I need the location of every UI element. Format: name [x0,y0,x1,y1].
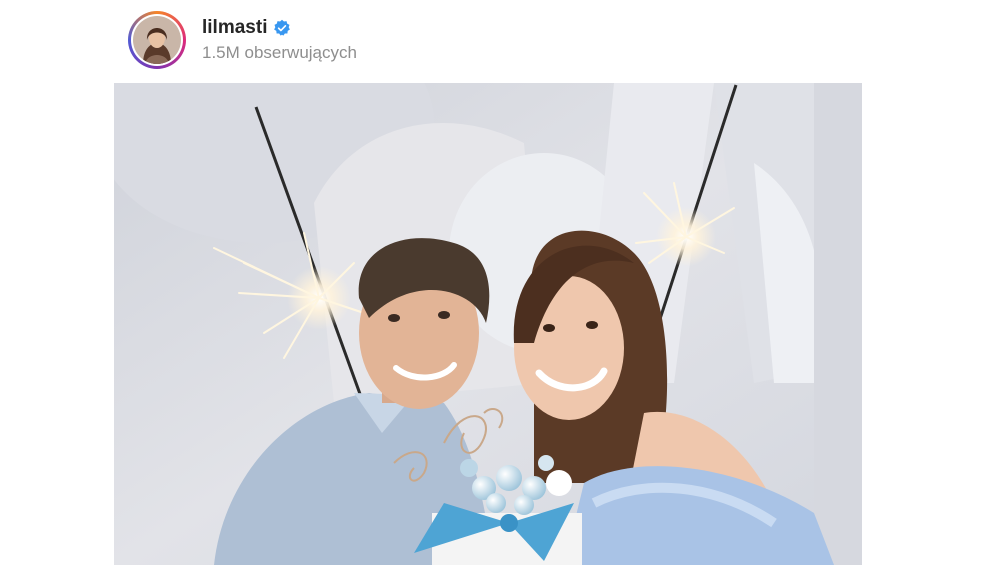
post-photo-illustration [114,83,862,565]
followers-count: 1.5M obserwujących [202,43,357,62]
verified-badge-icon [273,19,291,37]
profile-header: lilmasti 1.5M obserwujących [128,10,357,70]
username[interactable]: lilmasti [202,17,267,39]
instagram-embed: lilmasti 1.5M obserwujących [0,0,1000,565]
avatar[interactable] [128,11,186,69]
avatar-photo [133,16,181,64]
post-photo[interactable] [114,83,862,565]
